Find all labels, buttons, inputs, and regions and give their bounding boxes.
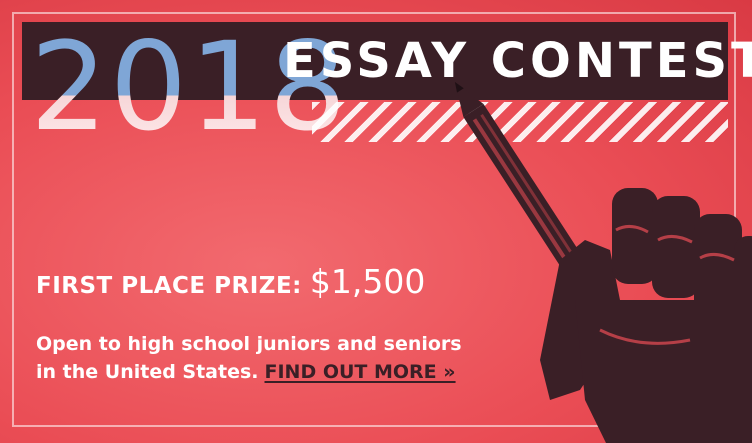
eligibility-line-1: Open to high school juniors and seniors xyxy=(36,333,462,355)
eligibility-line-2-row: in the United States. FIND OUT MORE » xyxy=(36,358,536,386)
prize-line: FIRST PLACE PRIZE: $1,500 xyxy=(36,262,425,301)
prize-amount: $1,500 xyxy=(309,262,426,301)
find-out-more-link[interactable]: FIND OUT MORE » xyxy=(265,361,456,383)
prize-label: FIRST PLACE PRIZE: xyxy=(36,273,302,299)
eligibility-line-2: in the United States. xyxy=(36,361,259,383)
eligibility-text: Open to high school juniors and seniors … xyxy=(36,330,536,386)
essay-contest-banner: 2018 ESSAY CONTEST FIRST PLACE PRIZE: $1… xyxy=(0,0,752,443)
